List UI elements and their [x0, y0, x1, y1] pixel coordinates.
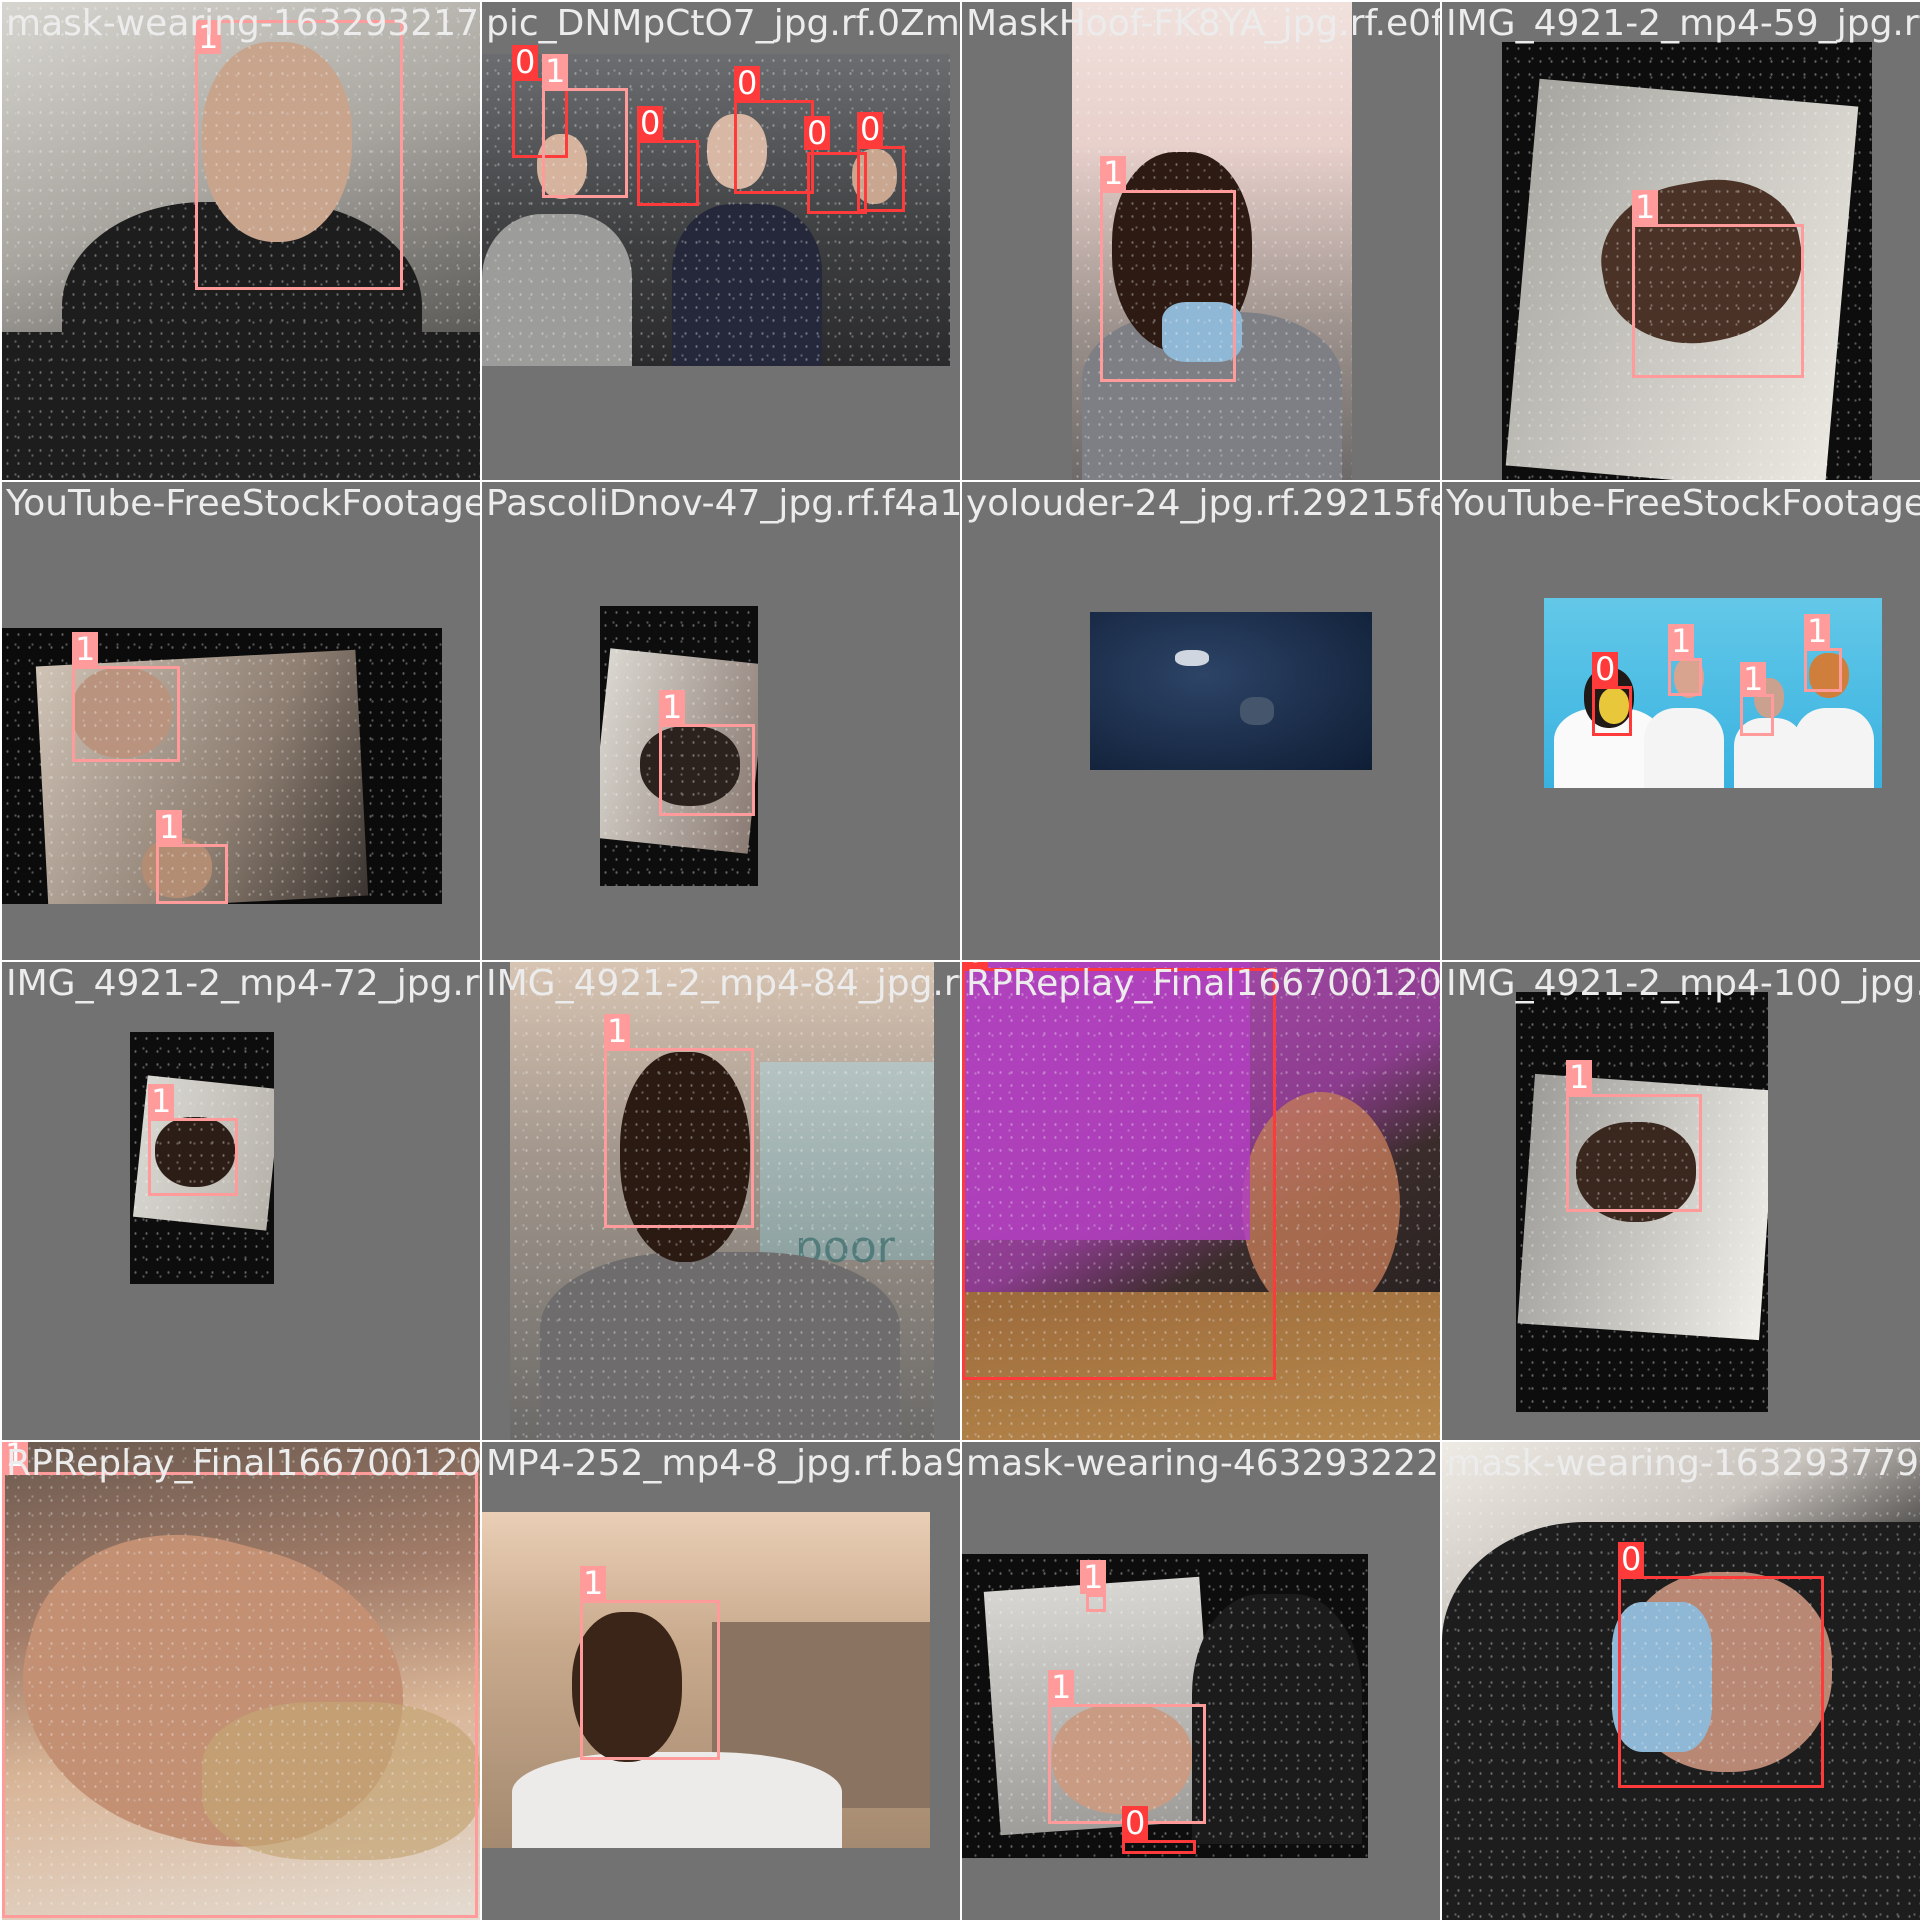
filename-caption: pic_DNMpCtO7_jpg.rf.0ZmbDoJx1fdq [486, 3, 960, 44]
detection-box [580, 1600, 720, 1760]
class-label: 0 [637, 106, 664, 140]
class-label: 1 [659, 690, 686, 724]
class-label: 0 [804, 116, 831, 150]
filename-caption: RPReplay_Final1667001201 [6, 1443, 480, 1484]
detection-box [734, 100, 814, 194]
filename-caption: IMG_4921-2_mp4-84_jpg.rf.9 [486, 963, 960, 1004]
class-label: 1 [1100, 156, 1127, 190]
filename-caption: PascoliDnov-47_jpg.rf.f4a1284592 [486, 483, 960, 524]
filename-caption: MP4-252_mp4-8_jpg.rf.ba9e [486, 1443, 960, 1484]
detection-box [1086, 1594, 1106, 1612]
mosaic-tile: 1 mask-wearing-163293217773_jpg.rf.f4e5d… [2, 2, 480, 480]
class-label: 1 [1048, 1670, 1075, 1704]
mosaic-tile: 0 RPReplay_Final1667001201 [962, 962, 1440, 1440]
class-label: 1 [72, 632, 99, 666]
class-label: 1 [580, 1566, 607, 1600]
class-label: 0 [857, 112, 884, 146]
detection-box [1566, 1094, 1702, 1212]
detection-box [1100, 190, 1236, 382]
filename-caption: IMG_4921-2_mp4-72_jpg.rf.94 [6, 963, 480, 1004]
filename-caption: mask-wearing-163293779 [1446, 1443, 1919, 1484]
detection-box [1740, 694, 1774, 736]
detection-box [962, 968, 1276, 1380]
class-label: 1 [1668, 624, 1695, 658]
detection-box [1804, 648, 1842, 692]
filename-caption: MaskHoof-FK8YA_jpg.rf.e0f2e3802f50992 [966, 3, 1440, 44]
mosaic-tile: 0 1 0 0 0 0 pic_DNMpCtO7_jpg.rf.0ZmbDoJx… [482, 2, 960, 480]
class-label: 0 [734, 66, 761, 100]
detection-box [148, 1118, 238, 1196]
mosaic-tile: 1 MaskHoof-FK8YA_jpg.rf.e0f2e3802f50992 [962, 2, 1440, 480]
filename-caption: YouTube-FreeStockFootage [1446, 483, 1920, 524]
class-label: 1 [1566, 1060, 1593, 1094]
detection-box [857, 146, 905, 212]
mosaic-tile: 1 RPReplay_Final1667001201 [2, 1442, 480, 1920]
class-label: 1 [1632, 190, 1659, 224]
image-mosaic: 1 mask-wearing-163293217773_jpg.rf.f4e5d… [0, 0, 1920, 1920]
mosaic-tile: yolouder-24_jpg.rf.29215fe33 [962, 482, 1440, 960]
detection-box [542, 88, 628, 198]
mosaic-tile: 1 MP4-252_mp4-8_jpg.rf.ba9e [482, 1442, 960, 1920]
class-label: 1 [542, 54, 569, 88]
class-label: 1 [1080, 1560, 1107, 1594]
mosaic-tile: 1 IMG_4921-2_mp4-100_jpg.r [1442, 962, 1920, 1440]
detection-box [1122, 1840, 1196, 1854]
filename-caption: mask-wearing-4632932227 [966, 1443, 1440, 1484]
detection-box [604, 1048, 754, 1228]
detection-box [2, 1472, 478, 1918]
mosaic-tile: 1 IMG_4921-2_mp4-72_jpg.rf.94 [2, 962, 480, 1440]
detection-box [1592, 686, 1632, 736]
mosaic-tile: 1 IMG_4921-2_mp4-59_jpg.rf. [1442, 2, 1920, 480]
photo [1090, 612, 1372, 770]
class-label: 0 [512, 45, 539, 79]
class-label: 1 [1740, 662, 1767, 696]
filename-caption: YouTube-FreeStockFootage-MaskedTraining [6, 483, 480, 524]
detection-box [72, 666, 180, 762]
filename-caption: IMG_4921-2_mp4-100_jpg.r [1446, 963, 1920, 1004]
mosaic-tile: 1 PascoliDnov-47_jpg.rf.f4a1284592 [482, 482, 960, 960]
detection-box [659, 724, 755, 816]
class-label: 1 [156, 810, 183, 844]
class-label: 1 [148, 1084, 175, 1118]
mosaic-tile: poor 1 IMG_4921-2_mp4-84_jpg.rf.9 [482, 962, 960, 1440]
detection-box [1618, 1576, 1824, 1788]
mosaic-tile: 0 mask-wearing-163293779 [1442, 1442, 1920, 1920]
detection-box [156, 844, 228, 904]
mosaic-tile: 1 1 0 mask-wearing-4632932227 [962, 1442, 1440, 1920]
detection-box [1668, 658, 1702, 696]
mosaic-tile: 1 1 YouTube-FreeStockFootage-MaskedTrain… [2, 482, 480, 960]
mosaic-tile: 0 1 1 1 YouTube-FreeStockFootage [1442, 482, 1920, 960]
class-label: 0 [1592, 652, 1619, 686]
detection-box [195, 20, 403, 290]
class-label: 1 [1804, 614, 1831, 648]
filename-caption: IMG_4921-2_mp4-59_jpg.rf. [1446, 3, 1920, 44]
filename-caption: RPReplay_Final1667001201 [966, 963, 1440, 1004]
class-label: 0 [1122, 1806, 1149, 1840]
class-label: 0 [1618, 1542, 1645, 1576]
detection-box [637, 140, 699, 206]
filename-caption: mask-wearing-163293217773_jpg.rf.f4e5d41… [6, 3, 480, 44]
class-label: 1 [604, 1014, 631, 1048]
detection-box [1632, 224, 1804, 378]
filename-caption: yolouder-24_jpg.rf.29215fe33 [966, 483, 1440, 524]
